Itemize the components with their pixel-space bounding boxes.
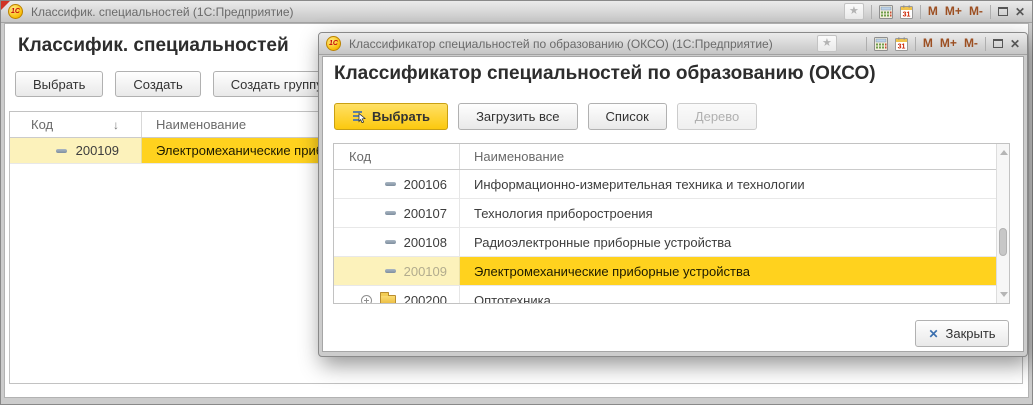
scroll-down-icon[interactable]: [1000, 292, 1008, 297]
sort-desc-icon: ↓: [113, 117, 119, 132]
row-code: 200108: [403, 234, 447, 250]
corner-flag-icon: [1, 1, 10, 10]
vertical-scrollbar[interactable]: [996, 144, 1009, 303]
dialog-toolbar: Выбрать Загрузить все Список Дерево: [334, 103, 758, 130]
separator: [989, 4, 991, 19]
folder-icon: [379, 291, 396, 303]
calendar-icon[interactable]: 31: [894, 37, 908, 51]
select-button[interactable]: Выбрать: [334, 103, 449, 130]
row-name: Информационно-измерительная техника и те…: [474, 176, 805, 192]
dash-icon: [384, 269, 396, 273]
memory-plus-button[interactable]: М+: [940, 35, 957, 52]
okso-dialog: 1С Классификатор специальностей по образ…: [318, 32, 1028, 357]
table-row[interactable]: 200106 Информационно-измерительная техни…: [334, 170, 1009, 199]
calculator-icon[interactable]: [873, 36, 888, 51]
favorite-star-icon[interactable]: ★: [816, 35, 837, 52]
table-row[interactable]: 200108 Радиоэлектронные приборные устрой…: [334, 228, 1009, 257]
dialog-title: Классификатор специальностей по образова…: [349, 36, 773, 51]
svg-text:31: 31: [903, 11, 911, 18]
scroll-thumb[interactable]: [999, 228, 1007, 256]
dash-icon: [384, 240, 396, 244]
table-row[interactable]: 200200 Оптотехника: [334, 286, 1009, 304]
column-header-code[interactable]: Код: [334, 144, 460, 169]
close-icon[interactable]: ✕: [1010, 36, 1020, 52]
dialog-table-body: 200106 Информационно-измерительная техни…: [334, 170, 1009, 304]
svg-text:31: 31: [898, 43, 906, 50]
close-dialog-button[interactable]: ✕ Закрыть: [915, 320, 1009, 347]
maximize-icon[interactable]: [992, 39, 1003, 48]
calendar-icon[interactable]: 31: [899, 5, 913, 19]
dialog-content: Классификатор специальностей по образова…: [322, 56, 1024, 352]
row-name: Радиоэлектронные приборные устройства: [474, 234, 732, 250]
table-header[interactable]: Код Наименование: [334, 144, 1009, 170]
maximize-icon[interactable]: [997, 7, 1008, 16]
column-header-name[interactable]: Наименование: [460, 144, 1009, 169]
row-code: 200109: [75, 143, 119, 158]
page-title: Классифик. специальностей: [18, 35, 289, 56]
main-toolbar: Выбрать Создать Создать группу: [15, 71, 341, 97]
main-titlebar[interactable]: 1С Классифик. специальностей (1С:Предпри…: [1, 1, 1032, 23]
row-name: Электромеханические приборные устройства: [460, 257, 1009, 285]
close-icon[interactable]: ✕: [1015, 4, 1025, 20]
memory-plus-button[interactable]: М+: [945, 3, 962, 20]
load-all-button[interactable]: Загрузить все: [458, 103, 578, 130]
dash-icon: [55, 148, 67, 153]
row-name: Оптотехника: [474, 292, 551, 304]
1c-logo-icon: 1С: [8, 4, 23, 19]
expand-plus-icon[interactable]: [360, 294, 372, 303]
memory-button[interactable]: М: [928, 3, 938, 20]
separator: [919, 4, 921, 19]
favorite-star-icon[interactable]: ★: [843, 3, 864, 20]
select-button[interactable]: Выбрать: [15, 71, 104, 97]
row-code: 200109: [403, 263, 447, 279]
1c-logo-icon: 1С: [326, 36, 341, 51]
select-icon: [353, 111, 366, 123]
tree-view-button: Дерево: [676, 103, 758, 130]
list-view-button[interactable]: Список: [587, 103, 667, 130]
separator: [865, 36, 867, 51]
column-header-code[interactable]: Код ↓: [10, 112, 142, 137]
okso-table: Код Наименование 200106 Информационно-из…: [333, 143, 1010, 304]
table-row[interactable]: 200109 Электромеханические приборные уст…: [334, 257, 1009, 286]
row-code: 200107: [403, 205, 447, 221]
separator: [870, 4, 872, 19]
separator: [984, 36, 986, 51]
memory-button[interactable]: М: [923, 35, 933, 52]
memory-minus-button[interactable]: М-: [964, 35, 978, 52]
row-code: 200200: [403, 292, 447, 304]
row-name: Технология приборостроения: [474, 205, 653, 221]
scroll-up-icon[interactable]: [1000, 150, 1008, 155]
window-title: Классифик. специальностей (1С:Предприяти…: [31, 4, 294, 19]
dash-icon: [384, 211, 396, 215]
separator: [914, 36, 916, 51]
memory-minus-button[interactable]: М-: [969, 3, 983, 20]
calculator-icon[interactable]: [878, 4, 893, 19]
dash-icon: [384, 182, 396, 186]
close-x-icon: ✕: [928, 326, 939, 341]
dialog-titlebar[interactable]: 1С Классификатор специальностей по образ…: [319, 33, 1027, 55]
create-button[interactable]: Создать: [115, 71, 201, 97]
dialog-heading: Классификатор специальностей по образова…: [334, 63, 876, 84]
row-code: 200106: [403, 176, 447, 192]
table-row[interactable]: 200107 Технология приборостроения: [334, 199, 1009, 228]
